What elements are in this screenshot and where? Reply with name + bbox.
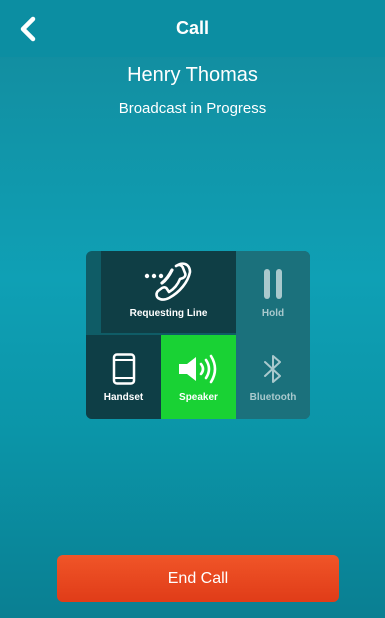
page-title: Call	[175, 18, 209, 38]
call-screen: Call Henry Thomas Broadcast in Progress …	[0, 0, 385, 618]
call-controls-panel: Requesting Line Hold Handset Speaker Blu…	[86, 251, 310, 419]
phone-requesting-icon	[144, 262, 191, 301]
caller-name: Henry Thomas	[127, 64, 258, 86]
bluetooth-icon	[264, 355, 281, 383]
call-status: Broadcast in Progress	[118, 100, 267, 117]
end-call-button[interactable]: End Call	[57, 555, 339, 602]
speaker-button[interactable]: Speaker	[161, 335, 236, 419]
bluetooth-button[interactable]: Bluetooth	[236, 335, 310, 419]
hold-button[interactable]: Hold	[236, 251, 310, 335]
handset-label: Handset	[103, 392, 144, 403]
navigation-bar: Call	[0, 0, 385, 57]
hold-label: Hold	[261, 308, 285, 319]
speaker-icon	[178, 354, 216, 384]
requesting-line-label: Requesting Line	[129, 308, 208, 319]
speaker-label: Speaker	[179, 392, 218, 403]
pause-icon	[264, 269, 282, 299]
requesting-line-button[interactable]: Requesting Line	[101, 251, 236, 333]
bluetooth-label: Bluetooth	[249, 392, 297, 403]
smartphone-icon	[112, 353, 135, 385]
handset-button[interactable]: Handset	[86, 335, 161, 419]
